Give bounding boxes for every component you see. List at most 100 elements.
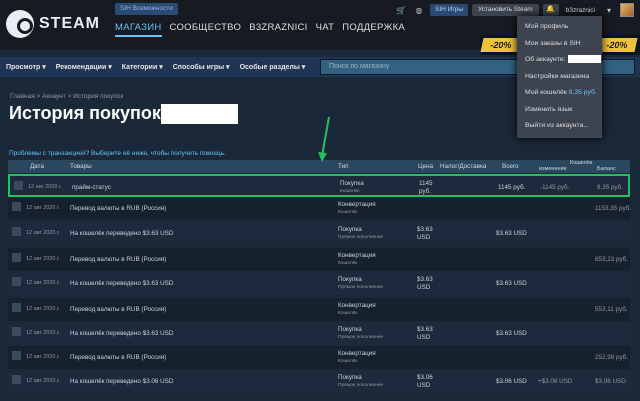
top-nav: МАГАЗИН СООБЩЕСТВО B3ZRAZNICI ЧАТ ПОДДЕР… (115, 22, 405, 37)
row-date: 12 авг 2020 г. (26, 378, 60, 384)
nav-community[interactable]: СООБЩЕСТВО (170, 22, 242, 37)
row-price: $3.63 USD (417, 226, 433, 241)
row-price: $3.06 USD (417, 374, 433, 389)
menu-item-account[interactable]: Об аккаунте: (517, 52, 602, 69)
menu-item-wallet[interactable]: Мой кошелёк 8,35 руб. (517, 85, 602, 102)
row-total: $3.63 USD (496, 330, 527, 337)
menu-item-language[interactable]: Изменить язык (517, 102, 602, 119)
row-item: На кошелёк переведено $3.63 USD (70, 330, 174, 337)
table-row[interactable]: 12 авг 2020 г. Перевод валюты в RUB (Росс… (8, 248, 630, 271)
row-wallet-change: -1145 руб. (540, 184, 570, 191)
table-row[interactable]: 12 авг 2020 г. На кошелёк переведено $3.0… (8, 370, 630, 393)
table-row[interactable]: 12 авг 2020 г. прайм-статус Покупка Кошелёк… (8, 174, 630, 197)
cart-icon[interactable]: 🛒 (394, 4, 408, 16)
row-date: 12 авг 2020 г. (26, 280, 60, 286)
row-payment-method: Прямое пополнение (338, 383, 384, 388)
row-date: 12 авг 2020 г. (26, 330, 60, 336)
row-date: 12 авг 2020 г. (26, 256, 60, 262)
row-payment-method: Кошелёк (340, 189, 360, 194)
breadcrumb[interactable]: Главная > Аккаунт > История покупок (10, 93, 123, 100)
row-date: 12 авг 2020 г. (28, 184, 62, 190)
table-row[interactable]: 12 авг 2020 г. На кошелёк переведено $3.6… (8, 322, 630, 345)
store-nav-recommendations[interactable]: Рекомендации ▾ (56, 63, 112, 71)
row-price: $3.63 USD (417, 326, 433, 341)
sih-features-button[interactable]: SIH Возможности (115, 3, 178, 15)
notifications-icon[interactable]: 🔔 (542, 4, 559, 16)
row-payment-method: Прямое пополнение (338, 235, 384, 240)
col-type: Тип (338, 163, 349, 170)
store-nav-special-sections[interactable]: Особые разделы ▾ (240, 63, 306, 71)
table-row[interactable]: 12 авг 2020 г. На кошелёк переведено $3.6… (8, 272, 630, 295)
row-payment-method: Кошелёк (338, 210, 358, 215)
row-type: Покупка (338, 326, 362, 333)
row-thumbnail (12, 303, 21, 312)
discount-badge: -20% (480, 38, 522, 52)
discount-badge: -20% (596, 38, 638, 52)
row-date: 12 авг 2020 г. (26, 230, 60, 236)
table-row[interactable]: 12 авг 2020 г. На кошелёк переведено $3.6… (8, 222, 630, 245)
row-type: Покупка (338, 374, 362, 381)
redacted-block (567, 55, 601, 64)
row-payment-method: Кошелёк (338, 261, 358, 266)
row-wallet-balance: 8,35 руб. (597, 184, 624, 191)
menu-item-profile[interactable]: Мой профиль (517, 19, 602, 36)
table-row[interactable]: 12 авг 2020 г. Перевод валюты в RUB (Росс… (8, 197, 632, 220)
row-date: 12 авг 2020 г. (26, 205, 60, 211)
globe-icon[interactable]: ◍ (412, 4, 426, 16)
nav-chat[interactable]: ЧАТ (316, 22, 335, 37)
col-date[interactable]: Дата (30, 163, 44, 170)
store-nav-categories[interactable]: Категории ▾ (122, 63, 163, 71)
row-wallet-balance: 553,11 руб. (595, 306, 628, 313)
row-thumbnail (12, 202, 21, 211)
row-type: Конвертация (338, 302, 376, 309)
nav-store[interactable]: МАГАЗИН (115, 22, 162, 37)
menu-item-logout[interactable]: Выйти из аккаунта... (517, 118, 602, 135)
account-name-dropdown[interactable]: b3zraznici (563, 7, 598, 14)
row-type: Конвертация (338, 201, 376, 208)
row-thumbnail (12, 375, 21, 384)
col-wallet-change: изменение (539, 166, 567, 172)
col-items: Товары (70, 163, 92, 170)
menu-item-sih-orders[interactable]: Мои заказы в SIH (517, 36, 602, 53)
row-type: Покупка (340, 180, 364, 187)
steam-logo-icon (6, 10, 34, 38)
redacted-block (161, 104, 238, 124)
col-price: Цена (418, 163, 434, 170)
row-thumbnail (12, 327, 21, 336)
row-wallet-balance: 1153,35 руб. (595, 205, 632, 212)
table-header: Дата Товары Тип Цена Налог/Доставка Всег… (8, 160, 630, 173)
row-item: На кошелёк переведено $3.63 USD (70, 230, 174, 237)
col-tax: Налог/Доставка (440, 163, 487, 170)
store-nav-browse[interactable]: Просмотр ▾ (6, 63, 46, 71)
menu-item-store-settings[interactable]: Настройки магазина (517, 69, 602, 86)
row-payment-method: Кошелёк (338, 359, 358, 364)
row-total: 1145 руб. (498, 184, 526, 191)
install-steam-button[interactable]: Установить Steam (472, 4, 539, 16)
sih-games-button[interactable]: SIH Игры (430, 4, 469, 16)
row-item: Перевод валюты в RUB (Россия) (70, 205, 167, 212)
row-item: Перевод валюты в RUB (Россия) (70, 256, 167, 263)
help-link[interactable]: Проблемы с транзакцией? Выберите её ниже… (9, 150, 226, 157)
table-row[interactable]: 12 авг 2020 г. Перевод валюты в RUB (Росс… (8, 346, 630, 369)
row-price: $3.63 USD (417, 276, 433, 291)
col-wallet-label: Кошелёк (570, 160, 593, 166)
nav-profile[interactable]: B3ZRAZNICI (249, 22, 307, 37)
steam-logo-text: STEAM (39, 15, 100, 32)
row-item: Перевод валюты в RUB (Россия) (70, 306, 167, 313)
row-wallet-change: +$3.06 USD (538, 378, 573, 385)
search-placeholder: Поиск по магазину (329, 63, 390, 70)
account-dropdown-menu: Мой профиль Мои заказы в SIH Об аккаунте… (517, 16, 602, 138)
header-actions: 🛒 ◍ SIH Игры Установить Steam 🔔 b3zrazni… (394, 3, 634, 17)
avatar[interactable] (620, 3, 634, 17)
row-item: Перевод валюты в RUB (Россия) (70, 354, 167, 361)
steam-logo[interactable]: STEAM (6, 10, 100, 38)
store-nav-ways-to-play[interactable]: Способы игры ▾ (173, 63, 230, 71)
row-price: 1145 руб. (419, 180, 433, 195)
chevron-down-icon[interactable]: ▾ (602, 4, 616, 16)
row-type: Покупка (338, 226, 362, 233)
menu-item-wallet-label: Мой кошелёк (525, 89, 567, 96)
table-row[interactable]: 12 авг 2020 г. Перевод валюты в RUB (Росс… (8, 298, 630, 321)
row-payment-method: Кошелёк (338, 311, 358, 316)
row-type: Конвертация (338, 350, 376, 357)
nav-support[interactable]: ПОДДЕРЖКА (342, 22, 405, 37)
